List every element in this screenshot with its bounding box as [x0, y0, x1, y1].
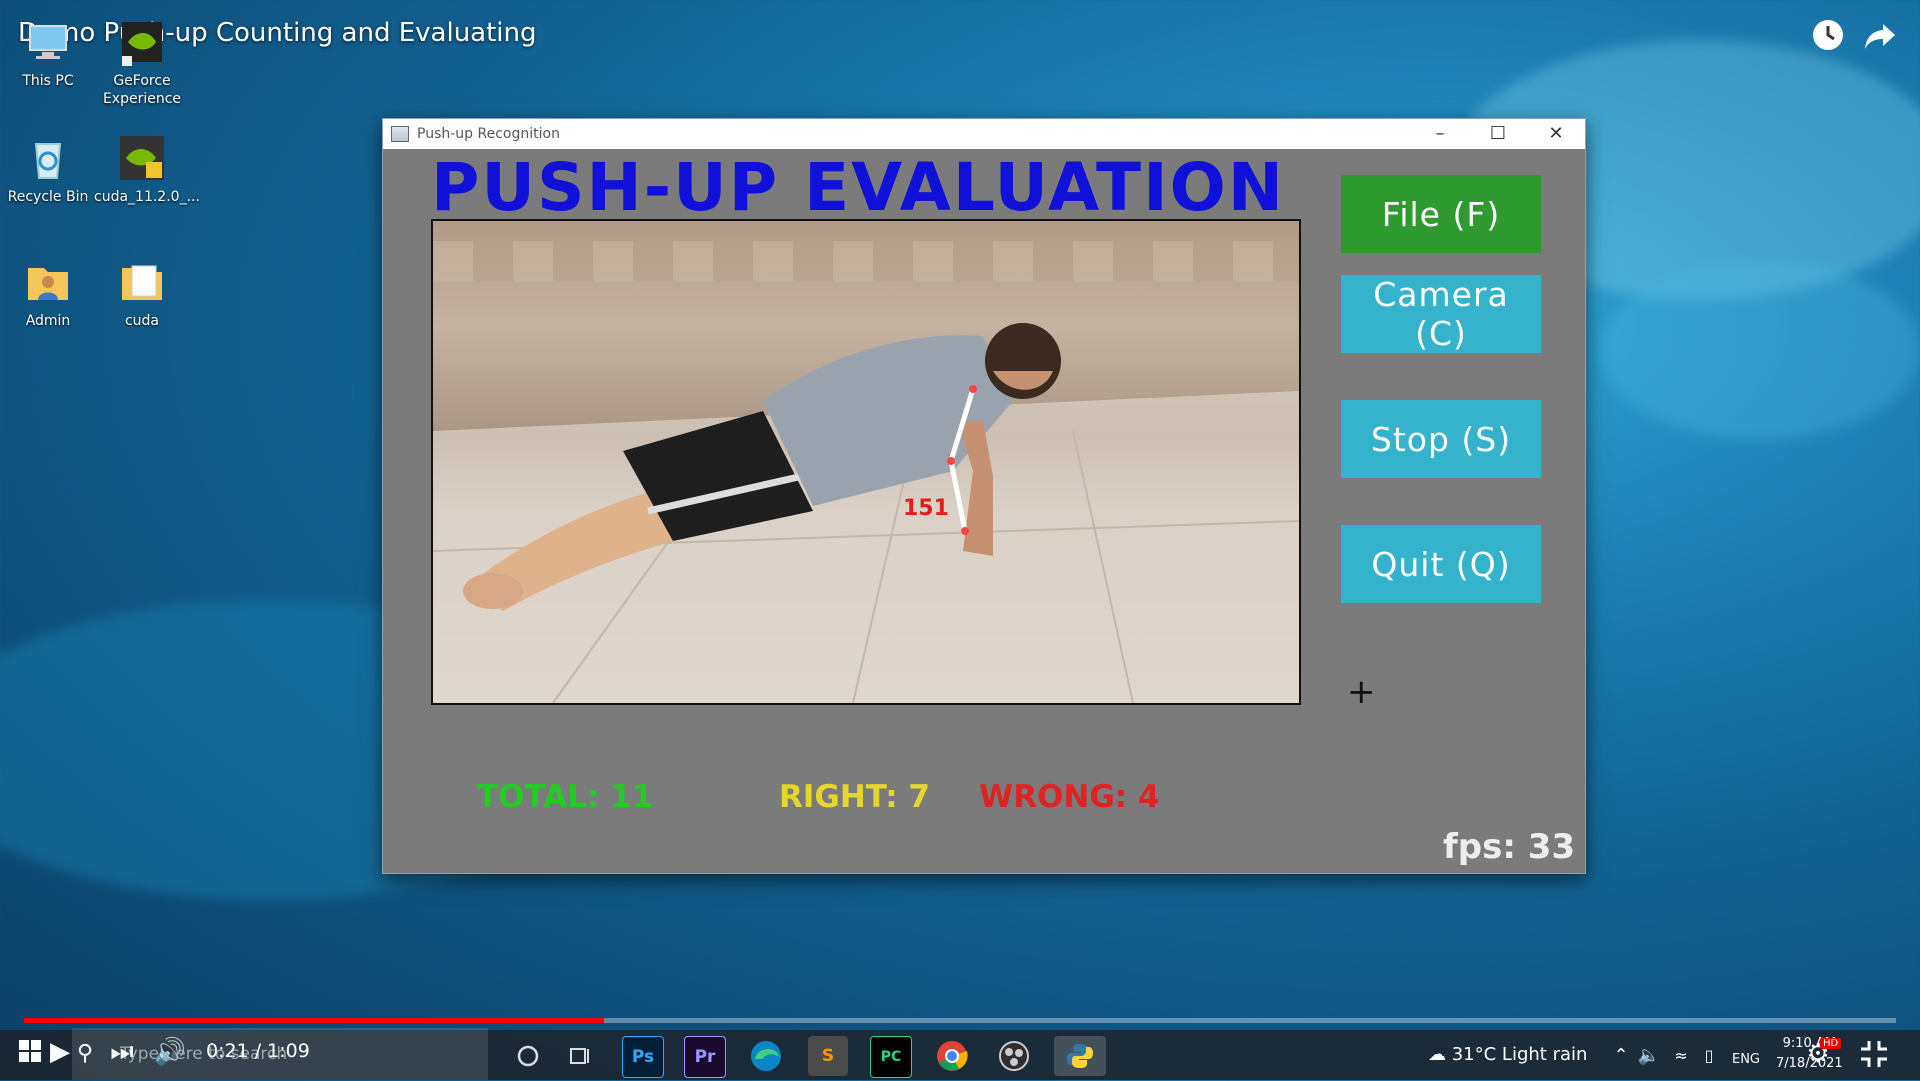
- watch-later-icon[interactable]: [1808, 18, 1848, 58]
- video-timecode: 0:21 / 1:09: [206, 1040, 310, 1062]
- pycharm-icon[interactable]: PC: [870, 1036, 912, 1078]
- edge-browser-icon[interactable]: [746, 1036, 786, 1076]
- minimize-icon[interactable]: –: [1411, 119, 1469, 149]
- video-progress-fill: [24, 1018, 605, 1023]
- hd-badge: HD: [1820, 1038, 1842, 1049]
- window-title: Push-up Recognition: [417, 126, 560, 142]
- pose-overlay: 151: [433, 323, 1299, 703]
- wrong-count: WRONG: 4: [979, 779, 1160, 815]
- folder-icon: [116, 256, 168, 308]
- pose-angle-label: 151: [903, 496, 949, 521]
- geforce-icon: [116, 16, 168, 68]
- quit-button[interactable]: Quit (Q): [1341, 525, 1541, 603]
- desktop-icon-label: cuda_11.2.0_...: [94, 189, 200, 205]
- user-folder-icon: [22, 256, 74, 308]
- desktop-icon-cuda-folder[interactable]: cuda: [94, 256, 190, 330]
- language-indicator[interactable]: ENG: [1726, 1040, 1766, 1080]
- wifi-icon[interactable]: ≈: [1668, 1036, 1694, 1076]
- cortana-icon[interactable]: [508, 1036, 548, 1076]
- desktop-icon-label: Admin: [25, 313, 71, 329]
- desktop-icon-this-pc[interactable]: This PC: [0, 16, 96, 90]
- exit-fullscreen-icon[interactable]: [1852, 1034, 1896, 1074]
- volume-icon[interactable]: 🔊: [150, 1032, 190, 1072]
- right-count: RIGHT: 7: [779, 779, 931, 815]
- stop-button[interactable]: Stop (S): [1341, 400, 1541, 478]
- weather-text: 31°C Light rain: [1451, 1044, 1588, 1065]
- next-icon[interactable]: ⏭: [102, 1032, 142, 1072]
- camera-button[interactable]: Camera (C): [1341, 275, 1541, 353]
- desktop-icon-label: cuda: [124, 313, 160, 329]
- share-icon[interactable]: [1860, 18, 1900, 58]
- app-window-icon: [391, 126, 409, 142]
- sublime-text-icon[interactable]: S: [808, 1036, 848, 1076]
- desktop-icon-label: This PC: [22, 73, 74, 89]
- battery-icon[interactable]: ▯: [1696, 1036, 1722, 1076]
- desktop-icon-admin[interactable]: Admin: [0, 256, 96, 330]
- task-view-icon[interactable]: [560, 1036, 600, 1076]
- premiere-icon[interactable]: Pr: [684, 1036, 726, 1078]
- total-count: TOTAL: 11: [477, 779, 654, 815]
- python-app-icon[interactable]: [1054, 1036, 1106, 1076]
- close-icon[interactable]: ✕: [1527, 119, 1585, 149]
- desktop-icon-label: GeForce Experience: [102, 73, 182, 107]
- crosshair-cursor-icon: +: [1347, 672, 1376, 712]
- video-progress-bar[interactable]: [24, 1018, 1896, 1023]
- computer-icon: [22, 16, 74, 68]
- chrome-icon[interactable]: [932, 1036, 972, 1076]
- file-button[interactable]: File (F): [1341, 175, 1541, 253]
- fps-counter: fps: 33: [1443, 827, 1576, 867]
- speaker-icon[interactable]: 🔈: [1636, 1036, 1662, 1076]
- cloud-rain-icon: ☁: [1428, 1044, 1446, 1065]
- tray-chevron-icon[interactable]: ⌃: [1608, 1036, 1634, 1076]
- window-titlebar[interactable]: Push-up Recognition – ☐ ✕: [383, 119, 1585, 149]
- weather-widget[interactable]: ☁ 31°C Light rain: [1428, 1044, 1587, 1065]
- desktop-icon-label: Recycle Bin: [7, 189, 89, 205]
- recycle-bin-icon: [22, 132, 74, 184]
- obs-icon[interactable]: [994, 1036, 1034, 1076]
- pushup-recognition-window: Push-up Recognition – ☐ ✕ PUSH-UP EVALUA…: [382, 118, 1586, 874]
- desktop-icon-recycle-bin[interactable]: Recycle Bin: [0, 132, 96, 206]
- nvidia-installer-icon: [116, 132, 168, 184]
- desktop-icon-cuda-installer[interactable]: cuda_11.2.0_...: [94, 132, 200, 206]
- maximize-icon[interactable]: ☐: [1469, 119, 1527, 149]
- video-feed: 151: [431, 219, 1301, 705]
- search-icon[interactable]: ⚲: [70, 1034, 100, 1074]
- photoshop-icon[interactable]: Ps: [622, 1036, 664, 1078]
- desktop-icon-geforce[interactable]: GeForce Experience: [94, 16, 190, 108]
- page-title: PUSH-UP EVALUATION: [431, 149, 1285, 226]
